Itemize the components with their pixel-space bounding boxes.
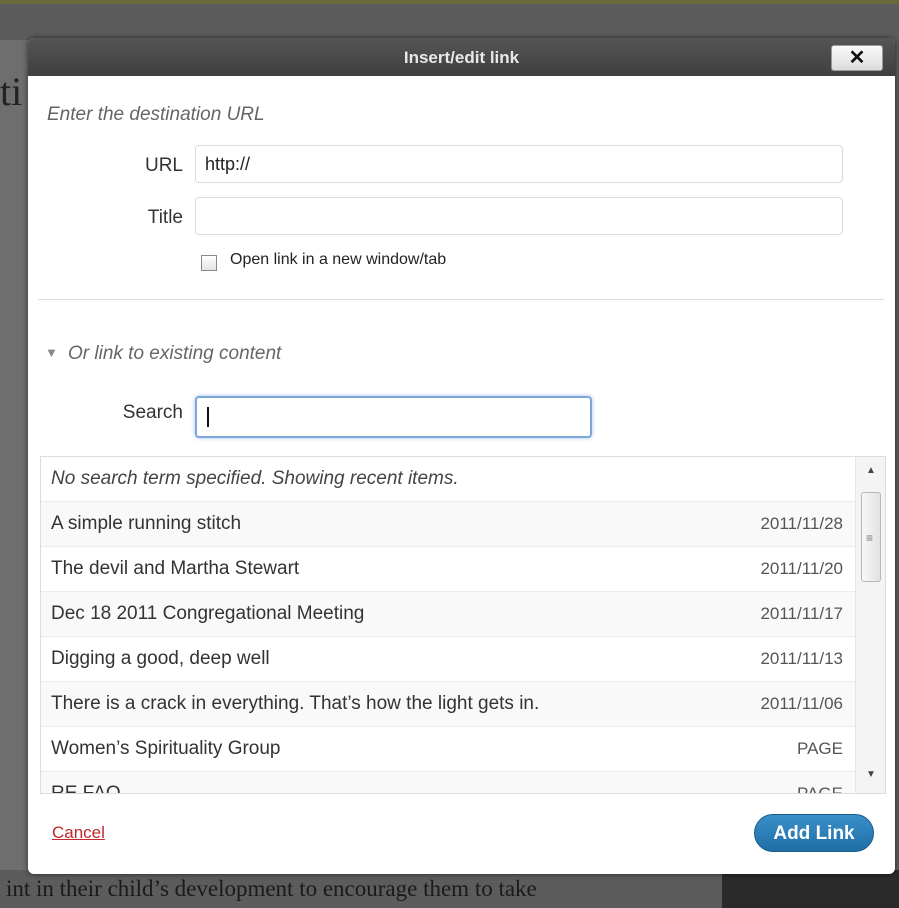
list-item-date: 2011/11/06 xyxy=(760,694,843,713)
section-divider xyxy=(38,299,884,300)
list-item-date: 2011/11/28 xyxy=(760,514,843,533)
list-item-title: Digging a good, deep well xyxy=(51,648,270,669)
list-item[interactable]: Women’s Spirituality Group PAGE xyxy=(41,727,855,772)
list-item[interactable]: There is a crack in everything. That’s h… xyxy=(41,682,855,727)
editor-title-fragment: ti xyxy=(0,69,23,114)
scroll-down-icon[interactable]: ▼ xyxy=(856,769,885,789)
dialog-title: Insert/edit link xyxy=(403,48,520,67)
list-item-date: 2011/11/13 xyxy=(760,649,843,668)
editor-left-panel xyxy=(0,40,30,870)
results-list: No search term specified. Showing recent… xyxy=(40,456,886,794)
existing-content-toggle[interactable]: Or link to existing content xyxy=(68,343,281,365)
scrollbar-thumb[interactable]: ≡ xyxy=(861,492,881,582)
list-item-title: The devil and Martha Stewart xyxy=(51,558,300,579)
list-item-title: There is a crack in everything. That’s h… xyxy=(51,693,540,714)
grip-icon: ≡ xyxy=(866,531,874,545)
list-item[interactable]: The devil and Martha Stewart 2011/11/20 xyxy=(41,547,855,592)
editor-body-text: int in their child’s development to enco… xyxy=(6,876,537,901)
list-item[interactable]: RE FAQ PAGE xyxy=(41,772,855,794)
new-window-checkbox[interactable] xyxy=(201,255,217,271)
insert-link-dialog: Insert/edit link ✕ Enter the destination… xyxy=(28,38,895,874)
list-item[interactable]: Digging a good, deep well 2011/11/13 xyxy=(41,637,855,682)
scroll-up-icon[interactable]: ▲ xyxy=(856,465,885,485)
collapse-triangle-icon[interactable]: ▼ xyxy=(45,345,58,360)
url-input[interactable] xyxy=(195,145,843,183)
list-item-title: Women’s Spirituality Group xyxy=(51,738,281,759)
list-item-title: A simple running stitch xyxy=(51,513,242,534)
results-note: No search term specified. Showing recent… xyxy=(41,457,855,502)
title-input[interactable] xyxy=(195,197,843,235)
text-caret xyxy=(207,407,209,427)
editor-top-bar xyxy=(0,0,899,4)
list-item-date: 2011/11/20 xyxy=(760,559,843,578)
list-item-type: PAGE xyxy=(797,739,843,758)
new-window-label: Open link in a new window/tab xyxy=(230,251,447,268)
list-item-title: RE FAQ xyxy=(51,783,121,794)
results-scrollbar[interactable]: ▲ ≡ ▼ xyxy=(855,457,885,793)
list-item-date: 2011/11/17 xyxy=(760,604,843,623)
list-item[interactable]: A simple running stitch 2011/11/28 xyxy=(41,502,855,547)
url-label: URL xyxy=(144,155,183,176)
list-item-title: Dec 18 2011 Congregational Meeting xyxy=(51,603,365,624)
dialog-titlebar: Insert/edit link ✕ xyxy=(28,38,895,76)
results-note-text: No search term specified. Showing recent… xyxy=(51,468,459,489)
list-item-type: PAGE xyxy=(797,784,843,794)
list-item[interactable]: Dec 18 2011 Congregational Meeting 2011/… xyxy=(41,592,855,637)
editor-image-thumbnail xyxy=(722,870,899,908)
close-icon: ✕ xyxy=(848,47,866,69)
search-label: Search xyxy=(122,402,183,423)
cancel-link[interactable]: Cancel xyxy=(52,823,105,843)
results-rows: No search term specified. Showing recent… xyxy=(41,457,855,794)
close-button[interactable]: ✕ xyxy=(831,45,883,71)
title-label: Title xyxy=(147,207,183,228)
url-section-heading: Enter the destination URL xyxy=(47,104,265,125)
add-link-button[interactable]: Add Link xyxy=(754,814,874,852)
search-input[interactable] xyxy=(195,396,592,438)
